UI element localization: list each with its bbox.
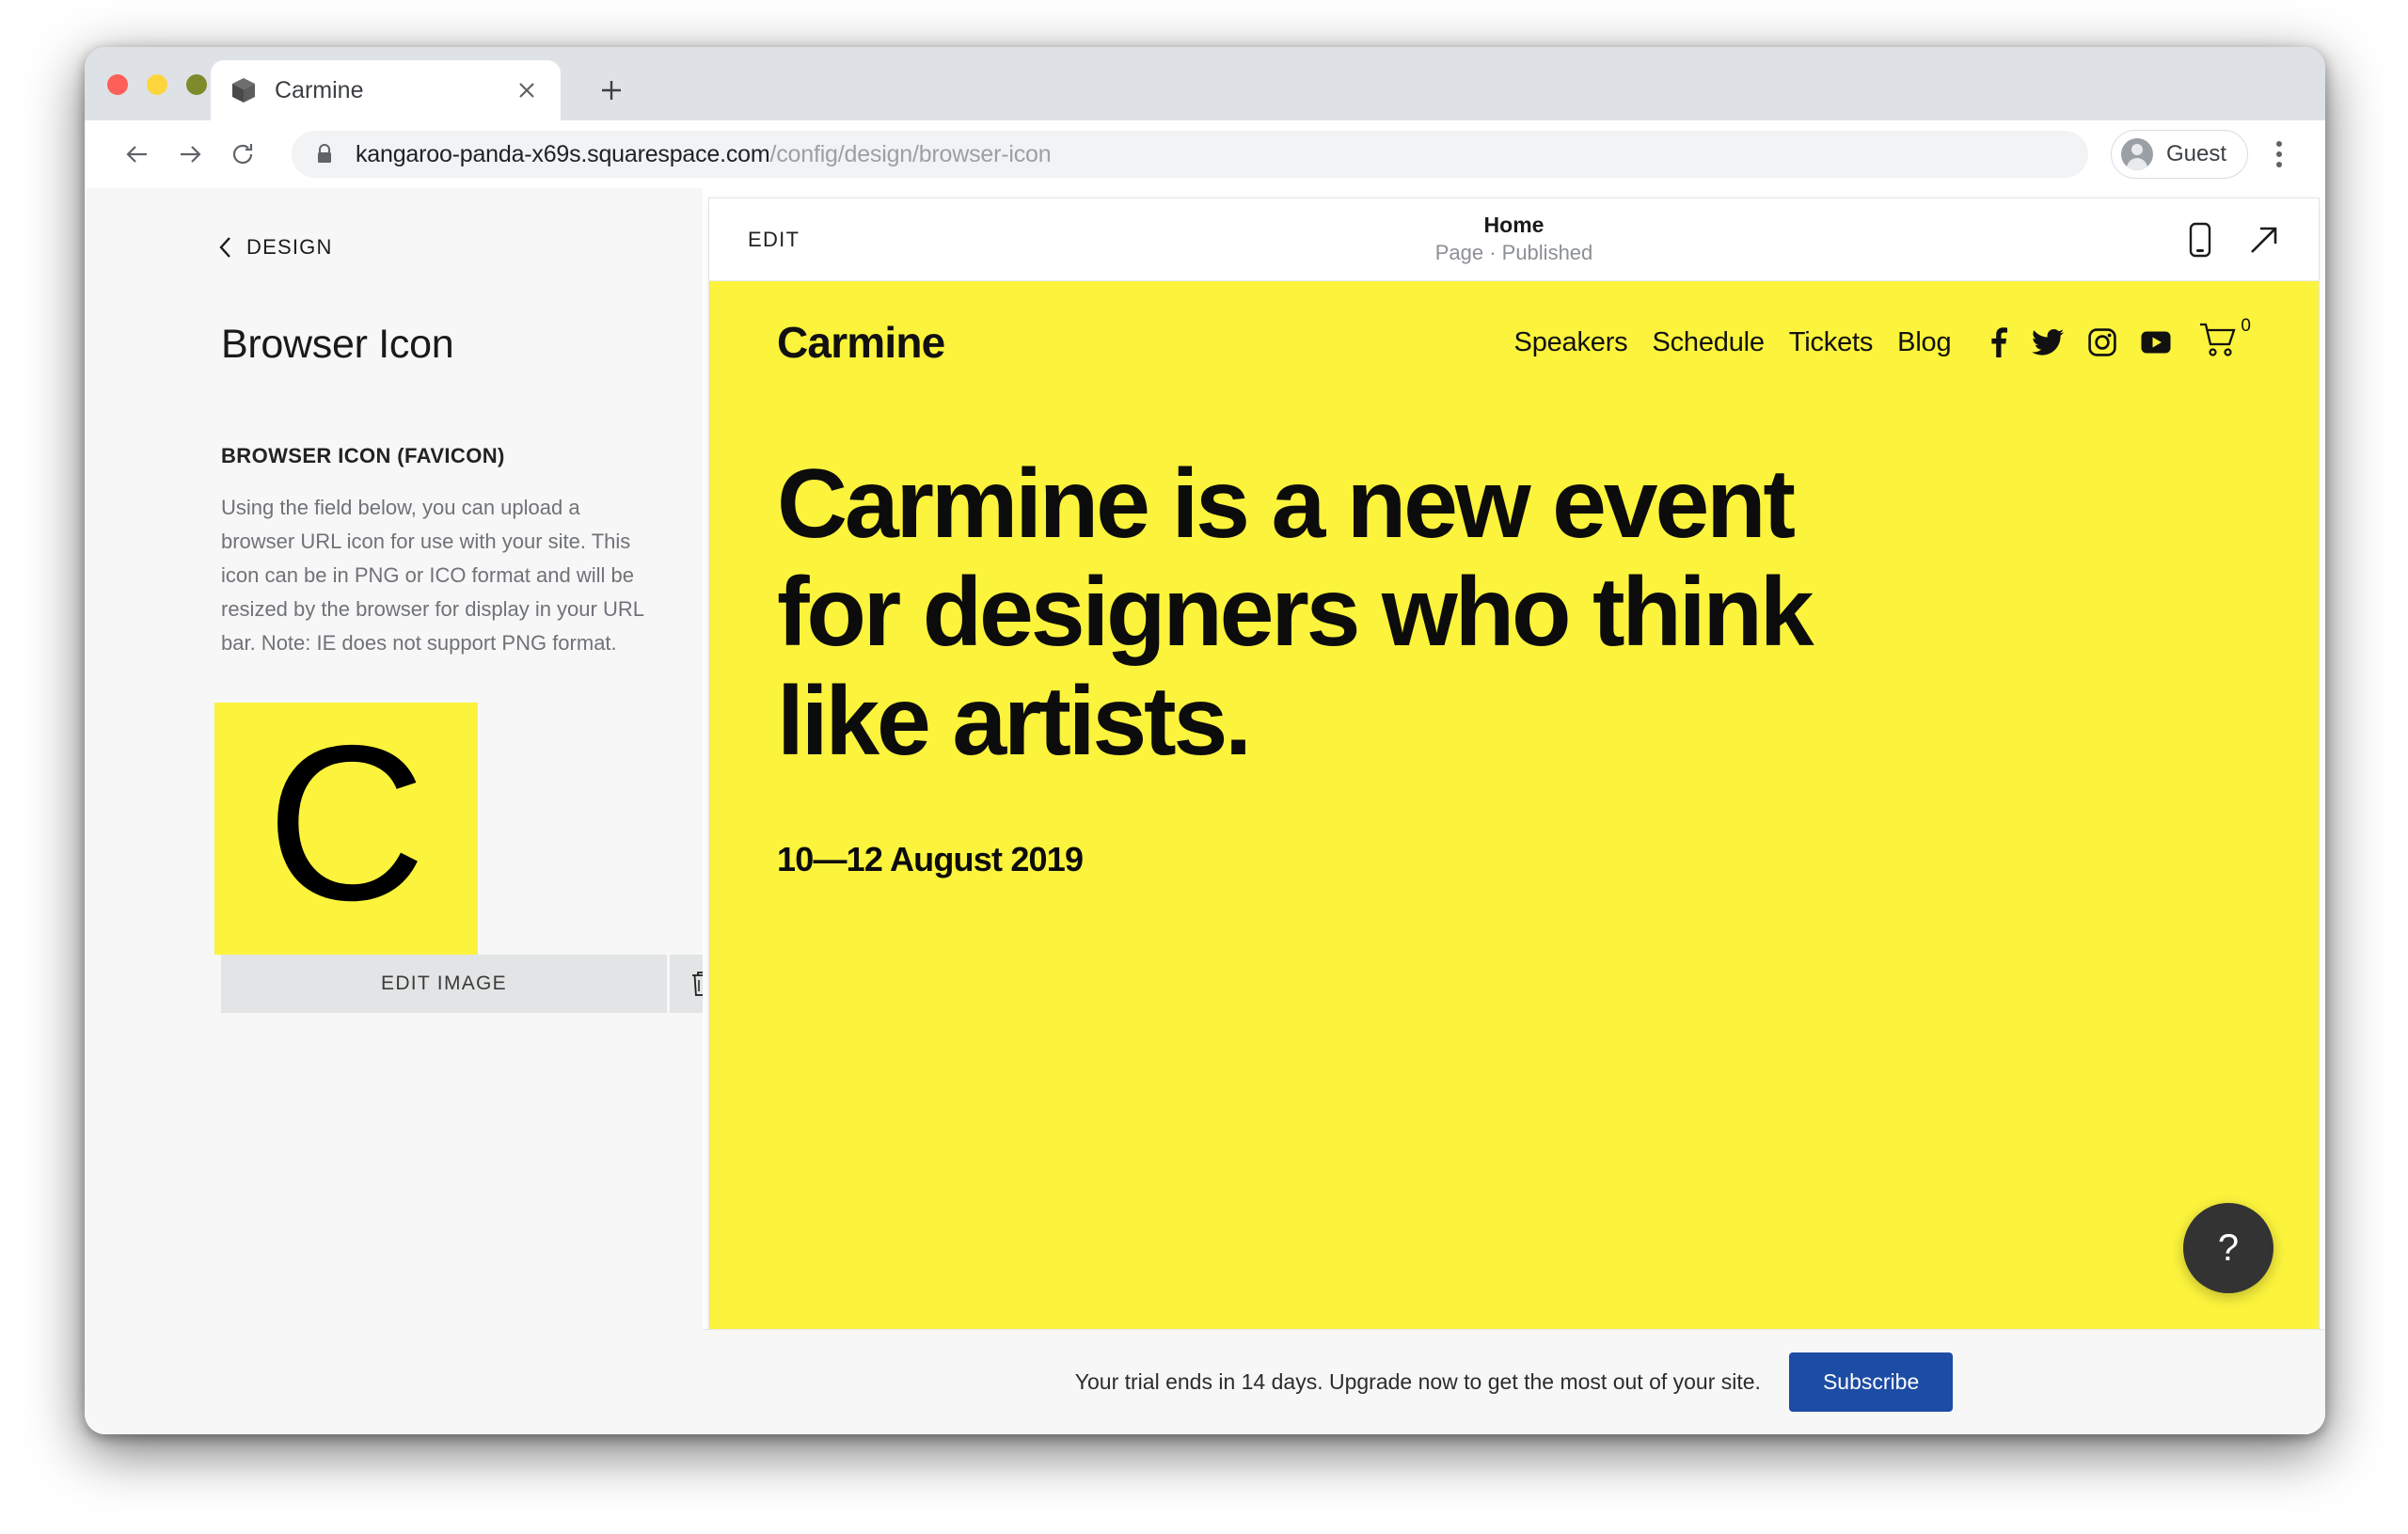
subscribe-button[interactable]: Subscribe — [1788, 1352, 1954, 1412]
nav-link-speakers[interactable]: Speakers — [1514, 327, 1628, 358]
nav-link-blog[interactable]: Blog — [1897, 327, 1951, 358]
edit-image-button[interactable]: EDIT IMAGE — [221, 955, 667, 1013]
preview-page-status: Page · Published — [1434, 241, 1593, 265]
site-nav-links: Speakers Schedule Tickets Blog — [1514, 327, 1952, 358]
section-label: BROWSER ICON (FAVICON) — [221, 444, 505, 467]
close-window-button[interactable] — [107, 74, 128, 95]
mobile-icon[interactable] — [2189, 222, 2211, 258]
back-to-design-link[interactable]: DESIGN — [85, 231, 703, 263]
favicon-preview: C — [214, 703, 478, 955]
minimize-window-button[interactable] — [147, 74, 167, 95]
new-tab-button[interactable] — [593, 71, 630, 109]
browser-window: Carmine kangaroo-panda-x69s.squarespace.… — [85, 47, 2325, 1434]
hero-headline: Carmine is a new event for designers who… — [777, 450, 1814, 776]
instagram-icon[interactable] — [2088, 328, 2117, 356]
back-link-label: DESIGN — [246, 235, 333, 259]
browser-tab[interactable]: Carmine — [211, 60, 561, 120]
preview-tools — [2189, 222, 2281, 258]
preview-page-name: Home — [1483, 213, 1545, 238]
chevron-left-icon — [218, 235, 233, 260]
site-navigation: Carmine Speakers Schedule Tickets Blog 0 — [777, 281, 2251, 368]
close-tab-icon[interactable] — [514, 77, 540, 103]
profile-button[interactable]: Guest — [2110, 130, 2248, 179]
youtube-icon[interactable] — [2141, 331, 2171, 354]
profile-name: Guest — [2165, 141, 2226, 166]
maximize-window-button[interactable] — [186, 74, 207, 95]
kebab-menu-icon[interactable] — [2258, 128, 2301, 181]
hero-section: Carmine is a new event for designers who… — [777, 450, 1934, 879]
page-title: Browser Icon — [221, 322, 454, 367]
social-links — [1990, 327, 2171, 357]
page-body: DESIGN Browser Icon BROWSER ICON (FAVICO… — [85, 188, 2325, 1434]
trial-banner: Your trial ends in 14 days. Upgrade now … — [703, 1329, 2325, 1434]
hero-date: 10—12 August 2019 — [777, 840, 1084, 879]
reload-icon[interactable] — [216, 128, 269, 181]
trial-message: Your trial ends in 14 days. Upgrade now … — [1074, 1369, 1761, 1394]
tab-title: Carmine — [275, 76, 364, 103]
lock-icon — [314, 143, 335, 166]
site-logo[interactable]: Carmine — [777, 317, 945, 368]
site-preview-area: EDIT Home Page · Published Carmine Speak… — [703, 188, 2325, 1434]
address-bar[interactable]: kangaroo-panda-x69s.squarespace.com/conf… — [292, 131, 2088, 178]
url-text: kangaroo-panda-x69s.squarespace.com/conf… — [356, 140, 1052, 168]
preview-frame: EDIT Home Page · Published Carmine Speak… — [709, 198, 2319, 1329]
page-meta: Home Page · Published — [709, 212, 2319, 266]
help-button[interactable]: ? — [2183, 1203, 2273, 1293]
cart-icon — [2199, 322, 2239, 364]
cart-count: 0 — [2241, 315, 2251, 336]
cube-icon — [231, 77, 256, 103]
site-canvas: Carmine Speakers Schedule Tickets Blog 0… — [709, 281, 2319, 1329]
favicon-actions: EDIT IMAGE — [221, 955, 734, 1013]
nav-link-tickets[interactable]: Tickets — [1789, 327, 1874, 358]
favicon-letter: C — [266, 698, 426, 946]
section-description: Using the field below, you can upload a … — [221, 496, 644, 655]
browser-tabstrip: Carmine — [85, 47, 2325, 120]
url-host: kangaroo-panda-x69s.squarespace.com — [356, 140, 770, 167]
preview-header: EDIT Home Page · Published — [709, 198, 2319, 281]
design-config-panel: DESIGN Browser Icon BROWSER ICON (FAVICO… — [85, 188, 734, 1434]
favicon-section: BROWSER ICON (FAVICON) Using the field b… — [85, 444, 703, 660]
forward-icon[interactable] — [164, 128, 216, 181]
back-icon[interactable] — [111, 128, 164, 181]
facebook-icon[interactable] — [1990, 327, 2008, 357]
account-circle-icon — [2120, 138, 2153, 170]
arrow-up-right-icon[interactable] — [2247, 223, 2281, 257]
site-nav-right: Speakers Schedule Tickets Blog 0 — [1514, 316, 2251, 364]
browser-toolbar: kangaroo-panda-x69s.squarespace.com/conf… — [85, 120, 2325, 188]
twitter-icon[interactable] — [2032, 329, 2065, 356]
nav-link-schedule[interactable]: Schedule — [1652, 327, 1765, 358]
cart-button[interactable]: 0 — [2199, 316, 2251, 364]
window-controls — [107, 74, 207, 95]
url-path: /config/design/browser-icon — [769, 140, 1052, 167]
